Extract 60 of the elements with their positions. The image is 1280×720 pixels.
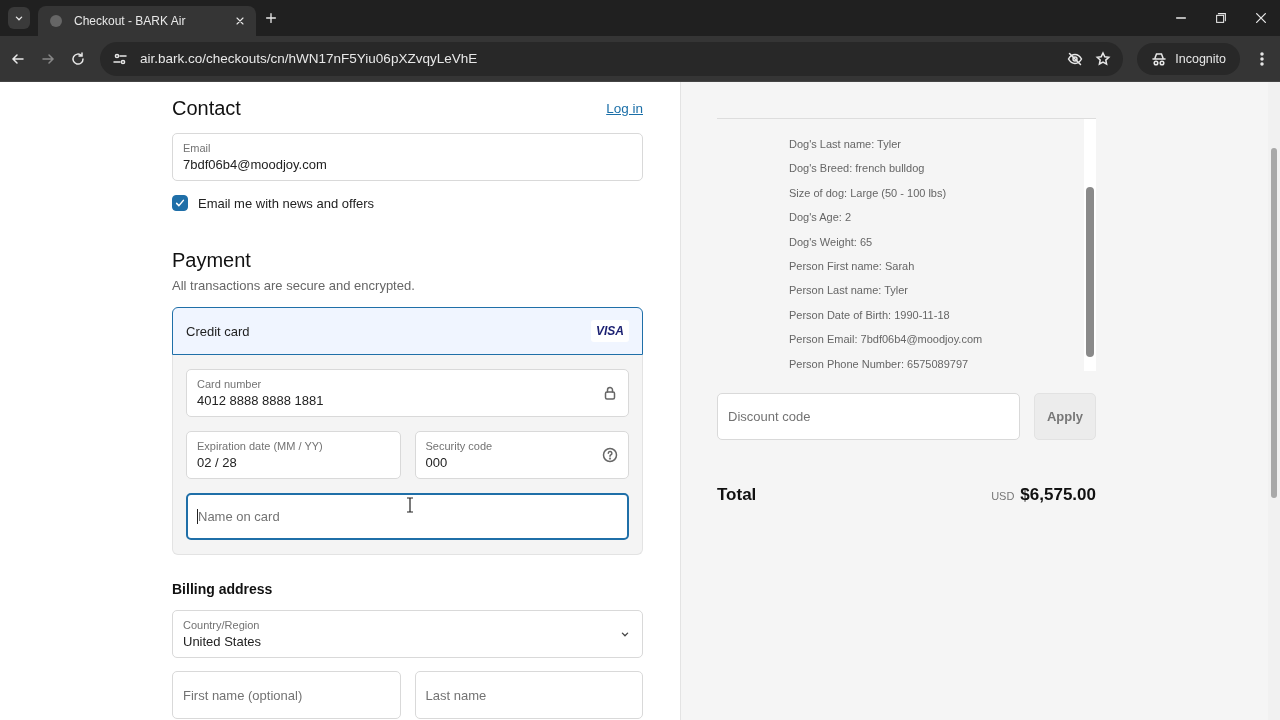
last-name-field[interactable]: Last name: [414, 671, 643, 719]
field-label: Country/Region: [183, 619, 261, 631]
section-title: Contact: [172, 97, 241, 120]
email-field[interactable]: Email 7bdf06b4@moodjoy.com: [172, 133, 643, 181]
text-field[interactable]: Security code 000: [414, 431, 629, 479]
browser-tab[interactable]: Checkout - BARK Air: [38, 6, 256, 36]
order-detail: Dog's Weight: 65: [789, 234, 874, 250]
field-value: 02 / 28: [197, 455, 238, 470]
field-value: 000: [425, 455, 449, 470]
order-detail: Person Date of Birth: 1990-11-18: [789, 307, 951, 323]
field-label: Expiration date (MM / YY): [197, 440, 324, 452]
order-detail: Dog's Age: 2: [789, 210, 853, 226]
total-amount: $6,575.00: [1020, 485, 1096, 505]
order-detail: Dog's Last name: Tyler: [789, 137, 902, 152]
lock-icon: [602, 385, 618, 401]
incognito-button[interactable]: Incognito: [1137, 42, 1240, 75]
order-detail: Dog's Breed: french bulldog: [789, 161, 926, 177]
reload-icon[interactable]: [70, 50, 86, 67]
checkbox[interactable]: [172, 195, 188, 211]
scrollbar[interactable]: [1084, 119, 1096, 371]
section-title: Billing address: [172, 581, 274, 597]
order-detail: Person Email: 7bdf06b4@moodjoy.com: [789, 332, 984, 348]
text-field[interactable]: Card number 4012 8888 8888 1881: [186, 369, 629, 417]
apply-button[interactable]: Apply: [1034, 393, 1096, 440]
incognito-icon: [1151, 50, 1168, 67]
restore-icon[interactable]: [1214, 11, 1228, 25]
first-name-field[interactable]: First name (optional): [172, 671, 401, 719]
section-title: Payment: [172, 249, 252, 272]
order-detail: Person First name: Sarah: [789, 259, 916, 275]
plus-icon[interactable]: [264, 11, 278, 25]
field-value: United States: [183, 634, 263, 649]
currency-code: USD: [991, 490, 1015, 502]
login-link[interactable]: Log in: [606, 101, 643, 116]
check-icon: [174, 197, 186, 209]
field-label: Email: [183, 142, 212, 154]
checkbox-label: Email me with news and offers: [198, 195, 375, 211]
field-value: 7bdf06b4@moodjoy.com: [183, 157, 328, 172]
text-field[interactable]: Expiration date (MM / YY) 02 / 28: [186, 431, 401, 479]
payment-method-option[interactable]: Credit card VISA: [172, 307, 643, 355]
order-detail: Person Phone Number: 6575089797: [789, 356, 970, 372]
page-scrollbar[interactable]: [1268, 82, 1280, 720]
text-caret: [197, 509, 198, 524]
order-detail: Size of dog: Large (50 - 100 lbs): [789, 185, 948, 201]
discount-field[interactable]: Discount code: [717, 393, 1020, 440]
help-icon[interactable]: [602, 447, 618, 463]
section-subtitle: All transactions are secure and encrypted.: [172, 278, 416, 293]
eye-slash-icon[interactable]: [1067, 50, 1084, 67]
address-bar[interactable]: air.bark.co/checkouts/cn/hWN17nF5Yiu06pXZvqyLeVhE: [100, 41, 1124, 76]
close-icon[interactable]: [1254, 11, 1268, 25]
name-on-card-field[interactable]: Name on card: [186, 493, 629, 540]
country-select[interactable]: Country/Region United States: [172, 610, 643, 658]
field-label: Card number: [197, 378, 263, 390]
total-label: Total: [717, 485, 757, 505]
close-icon[interactable]: [234, 15, 246, 27]
field-label: Security code: [425, 440, 494, 452]
text-cursor-icon: [406, 497, 414, 513]
order-detail: Person Last name: Tyler: [789, 283, 910, 299]
field-value: 4012 8888 8888 1881: [197, 393, 325, 408]
star-icon[interactable]: [1095, 50, 1112, 67]
visa-badge: VISA: [591, 320, 629, 342]
